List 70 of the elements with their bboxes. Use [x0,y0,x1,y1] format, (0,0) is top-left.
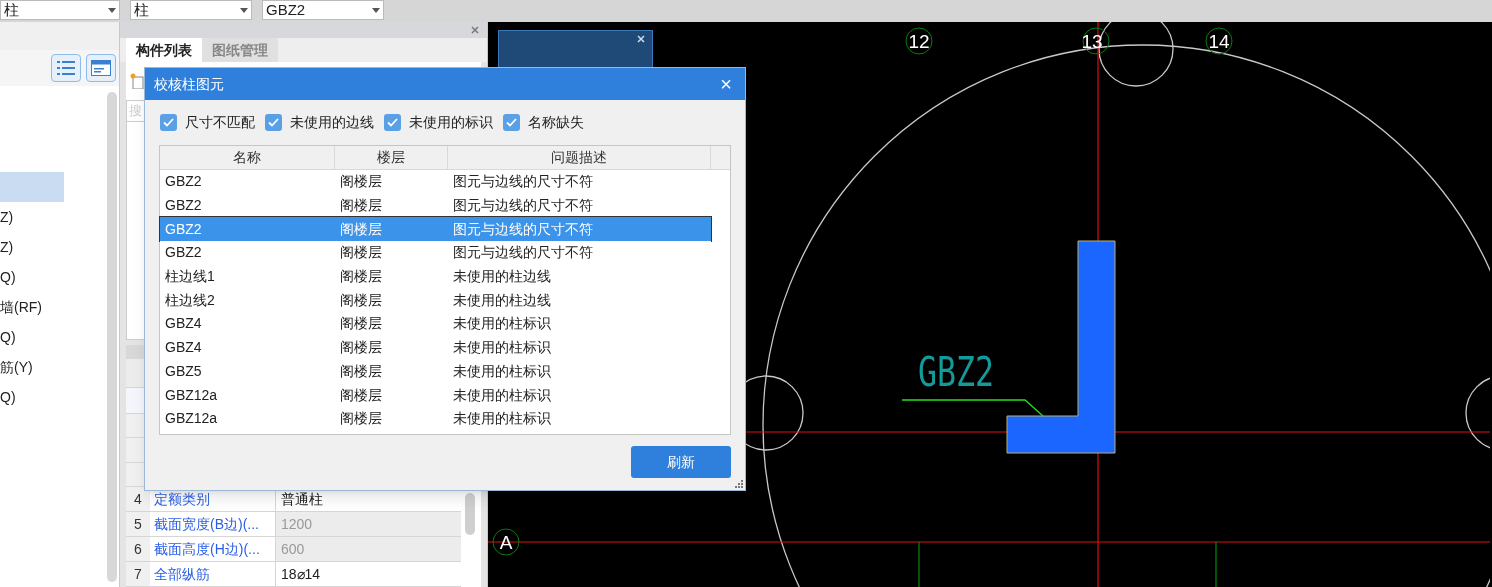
table-cell-text: GBZ12a [164,385,219,405]
column-header[interactable]: 楼层 [335,146,448,169]
scrollbar[interactable] [107,92,117,582]
checkbox-label: 名称缺失 [528,113,584,132]
checkbox[interactable] [503,114,520,131]
tree-item[interactable]: Z) [0,202,100,232]
tab[interactable]: 构件列表 [126,38,202,62]
checkbox[interactable] [384,114,401,131]
axis-label: 12 [905,27,933,55]
table-cell-text: GBZ2 [164,243,203,263]
tree-item[interactable]: Q) [0,382,100,412]
table-cell-text: 阁楼层 [339,338,383,358]
column-header[interactable]: 名称 [160,146,335,169]
column-label: GBZ2 [918,349,1015,395]
table-cell-text: 阁楼层 [339,172,383,192]
axis-label: 14 [1205,27,1233,55]
form-view-button[interactable] [86,54,116,82]
table-cell-text: 阁楼层 [339,314,383,334]
table-cell-text: GBZ2 [164,196,203,216]
scrollbar[interactable] [465,493,475,535]
list-view-button[interactable] [51,54,81,82]
refresh-button[interactable]: 刷新 [631,446,731,478]
row-number: 4 [126,487,150,511]
table-cell-text: 阁楼层 [339,267,383,287]
caret-icon[interactable] [108,7,116,13]
column-header[interactable]: 问题描述 [448,146,711,169]
check-icon [163,118,174,127]
row-number: 5 [126,512,150,536]
dropdown[interactable]: 柱 [0,0,120,20]
dropdown[interactable]: 柱 [130,0,252,20]
axis-label: A [492,528,520,556]
table-cell-text: 阁楼层 [339,290,383,310]
tree-item[interactable]: 筋(Y) [0,352,100,382]
table-cell-text: 阁楼层 [339,219,383,239]
table-cell-text: GBZ12a [164,409,219,429]
table-cell-text: 阁楼层 [339,361,383,381]
checkbox[interactable] [160,114,177,131]
dialog-title: 校核柱图元 [154,74,224,94]
close-icon[interactable] [471,26,479,34]
check-icon [268,118,279,127]
checkbox-label: 尺寸不匹配 [185,113,255,132]
table-cell-text: GBZ2 [164,172,203,192]
dropdown[interactable]: GBZ2 [262,0,384,20]
tree-item[interactable]: Z) [0,232,100,262]
table-cell-text: 阁楼层 [339,243,383,263]
check-icon [387,118,398,127]
tree-item[interactable]: Q) [0,262,100,292]
caret-icon[interactable] [372,7,380,13]
list-icon [57,60,75,76]
checkbox-label: 未使用的边线 [290,113,374,132]
close-button[interactable]: × [716,74,736,94]
table-cell-text: GBZ4 [164,338,203,358]
resize-grip-icon[interactable] [734,479,743,488]
table-cell-text: GBZ2 [164,219,203,239]
tree-item[interactable]: 墙(RF) [0,292,100,322]
row-number: 7 [126,562,150,586]
new-component-icon[interactable] [130,73,144,89]
check-icon [506,118,517,127]
tree-item[interactable]: Q) [0,322,100,352]
table-cell-text: 阁楼层 [339,409,383,429]
row-number: 6 [126,537,150,561]
table-cell-text: 阁楼层 [339,385,383,405]
window-icon [91,60,111,76]
table-cell-text: GBZ4 [164,314,203,334]
caret-icon[interactable] [240,7,248,13]
table-cell-text: 阁楼层 [339,196,383,216]
table-cell-text: GBZ5 [164,361,203,381]
checkbox[interactable] [265,114,282,131]
table-cell-text: 柱边线1 [164,267,216,287]
table-cell-text: 柱边线2 [164,290,216,310]
